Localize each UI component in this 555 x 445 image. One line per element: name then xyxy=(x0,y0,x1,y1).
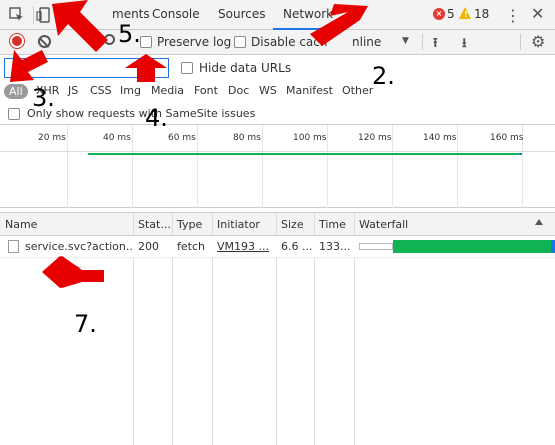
throttling-caret-icon[interactable]: ▼ xyxy=(402,36,409,46)
overview-tick: 120 ms xyxy=(358,133,392,143)
request-initiator-link[interactable]: VM193 ... xyxy=(212,236,276,257)
overview-tick: 80 ms xyxy=(233,133,261,143)
error-icon[interactable]: × xyxy=(433,8,445,20)
overview-tick: 100 ms xyxy=(293,133,327,143)
request-time: 133... xyxy=(319,240,351,253)
toolbar-separator xyxy=(422,34,423,50)
type-filter-img[interactable]: Img xyxy=(120,84,141,97)
overview-grid-line xyxy=(457,125,458,208)
overview-request-bar xyxy=(88,153,520,155)
type-filter-css[interactable]: CSS xyxy=(90,84,112,97)
annotation-label-4: 4. xyxy=(145,104,168,132)
overview-tick: 40 ms xyxy=(103,133,131,143)
type-filter-ws[interactable]: WS xyxy=(259,84,277,97)
column-header-name[interactable]: Name xyxy=(0,213,133,236)
overview-grid-line xyxy=(392,125,393,208)
annotation-label-2: 2. xyxy=(372,62,395,90)
column-header-time[interactable]: Time xyxy=(314,213,354,236)
type-filter-other[interactable]: Other xyxy=(342,84,373,97)
column-header-size[interactable]: Size xyxy=(276,213,314,236)
error-count[interactable]: 5 xyxy=(447,7,455,21)
annotation-arrow-2 xyxy=(310,4,368,46)
column-header-waterfall[interactable]: Waterfall xyxy=(354,213,555,236)
hide-data-urls-checkbox[interactable] xyxy=(181,62,193,74)
waterfall-waiting-bar xyxy=(359,243,393,250)
network-overview[interactable]: 20 ms 40 ms 60 ms 80 ms 100 ms 120 ms 14… xyxy=(0,125,555,208)
annotation-arrow-7 xyxy=(42,256,104,288)
tab-console[interactable]: Console xyxy=(142,0,210,30)
overview-tick: 20 ms xyxy=(38,133,66,143)
overview-tick: 140 ms xyxy=(423,133,457,143)
waterfall-end-marker xyxy=(551,240,555,253)
annotation-label-5: 5. xyxy=(118,20,141,48)
disable-cache-checkbox[interactable] xyxy=(234,36,246,48)
only-samesite-label: Only show requests with SameSite issues xyxy=(27,107,256,120)
tab-separator xyxy=(33,6,34,24)
hide-data-urls-label: Hide data URLs xyxy=(199,61,292,75)
type-filter-font[interactable]: Font xyxy=(194,84,218,97)
inspect-element-icon[interactable] xyxy=(9,7,25,23)
warning-count[interactable]: 18 xyxy=(474,7,489,21)
request-name[interactable]: service.svc?action... xyxy=(20,236,133,257)
column-header-type[interactable]: Type xyxy=(172,213,212,236)
overview-grid-line xyxy=(327,125,328,208)
request-type: fetch xyxy=(177,240,205,253)
column-header-initiator[interactable]: Initiator xyxy=(212,213,276,236)
overview-tick: 60 ms xyxy=(168,133,196,143)
export-har-icon[interactable]: ⭳ xyxy=(462,34,467,56)
toolbar-separator xyxy=(520,34,521,50)
tab-sources[interactable]: Sources xyxy=(208,0,275,30)
overview-tick: 160 ms xyxy=(490,133,524,143)
overview-grid-line xyxy=(67,125,68,208)
request-size: 6.6 ... xyxy=(281,240,313,253)
type-filter-all[interactable]: All xyxy=(4,84,28,99)
annotation-arrow-5 xyxy=(125,54,167,82)
request-table-header: Name Stat... Type Initiator Size Time Wa… xyxy=(0,212,555,236)
waterfall-download-bar xyxy=(393,240,551,253)
samesite-row: Only show requests with SameSite issues xyxy=(0,103,555,125)
file-icon xyxy=(8,240,19,253)
type-filter-media[interactable]: Media xyxy=(151,84,184,97)
annotation-arrow-3 xyxy=(10,50,48,82)
type-filter-manifest[interactable]: Manifest xyxy=(286,84,333,97)
type-filter-doc[interactable]: Doc xyxy=(228,84,249,97)
column-header-status[interactable]: Stat... xyxy=(133,213,172,236)
annotation-label-7: 7. xyxy=(74,310,97,338)
overview-grid-line xyxy=(262,125,263,208)
annotation-arrow-1 xyxy=(52,0,108,52)
warning-mark: ! xyxy=(464,10,468,19)
table-row[interactable]: service.svc?action... 200 fetch VM193 ..… xyxy=(0,236,555,258)
customize-menu-icon[interactable]: ⋮ xyxy=(505,6,521,25)
import-har-icon[interactable]: ⭱ xyxy=(433,34,438,56)
preserve-log-checkbox[interactable] xyxy=(140,36,152,48)
overview-grid-line xyxy=(132,125,133,208)
only-samesite-checkbox[interactable] xyxy=(8,108,20,120)
overview-divider xyxy=(0,151,555,152)
record-button[interactable] xyxy=(10,34,24,48)
annotation-label-3: 3. xyxy=(32,84,55,112)
request-status: 200 xyxy=(138,240,159,253)
resource-type-filters: All XHR JS CSS Img Media Font Doc WS Man… xyxy=(0,81,555,103)
preserve-log-label: Preserve log xyxy=(157,35,232,49)
close-devtools-icon[interactable]: ✕ xyxy=(531,4,544,23)
network-settings-icon[interactable]: ⚙ xyxy=(531,32,545,51)
overview-grid-line xyxy=(197,125,198,208)
type-filter-js[interactable]: JS xyxy=(68,84,78,97)
overview-request-end xyxy=(520,153,522,155)
sort-ascending-icon[interactable] xyxy=(535,219,543,225)
